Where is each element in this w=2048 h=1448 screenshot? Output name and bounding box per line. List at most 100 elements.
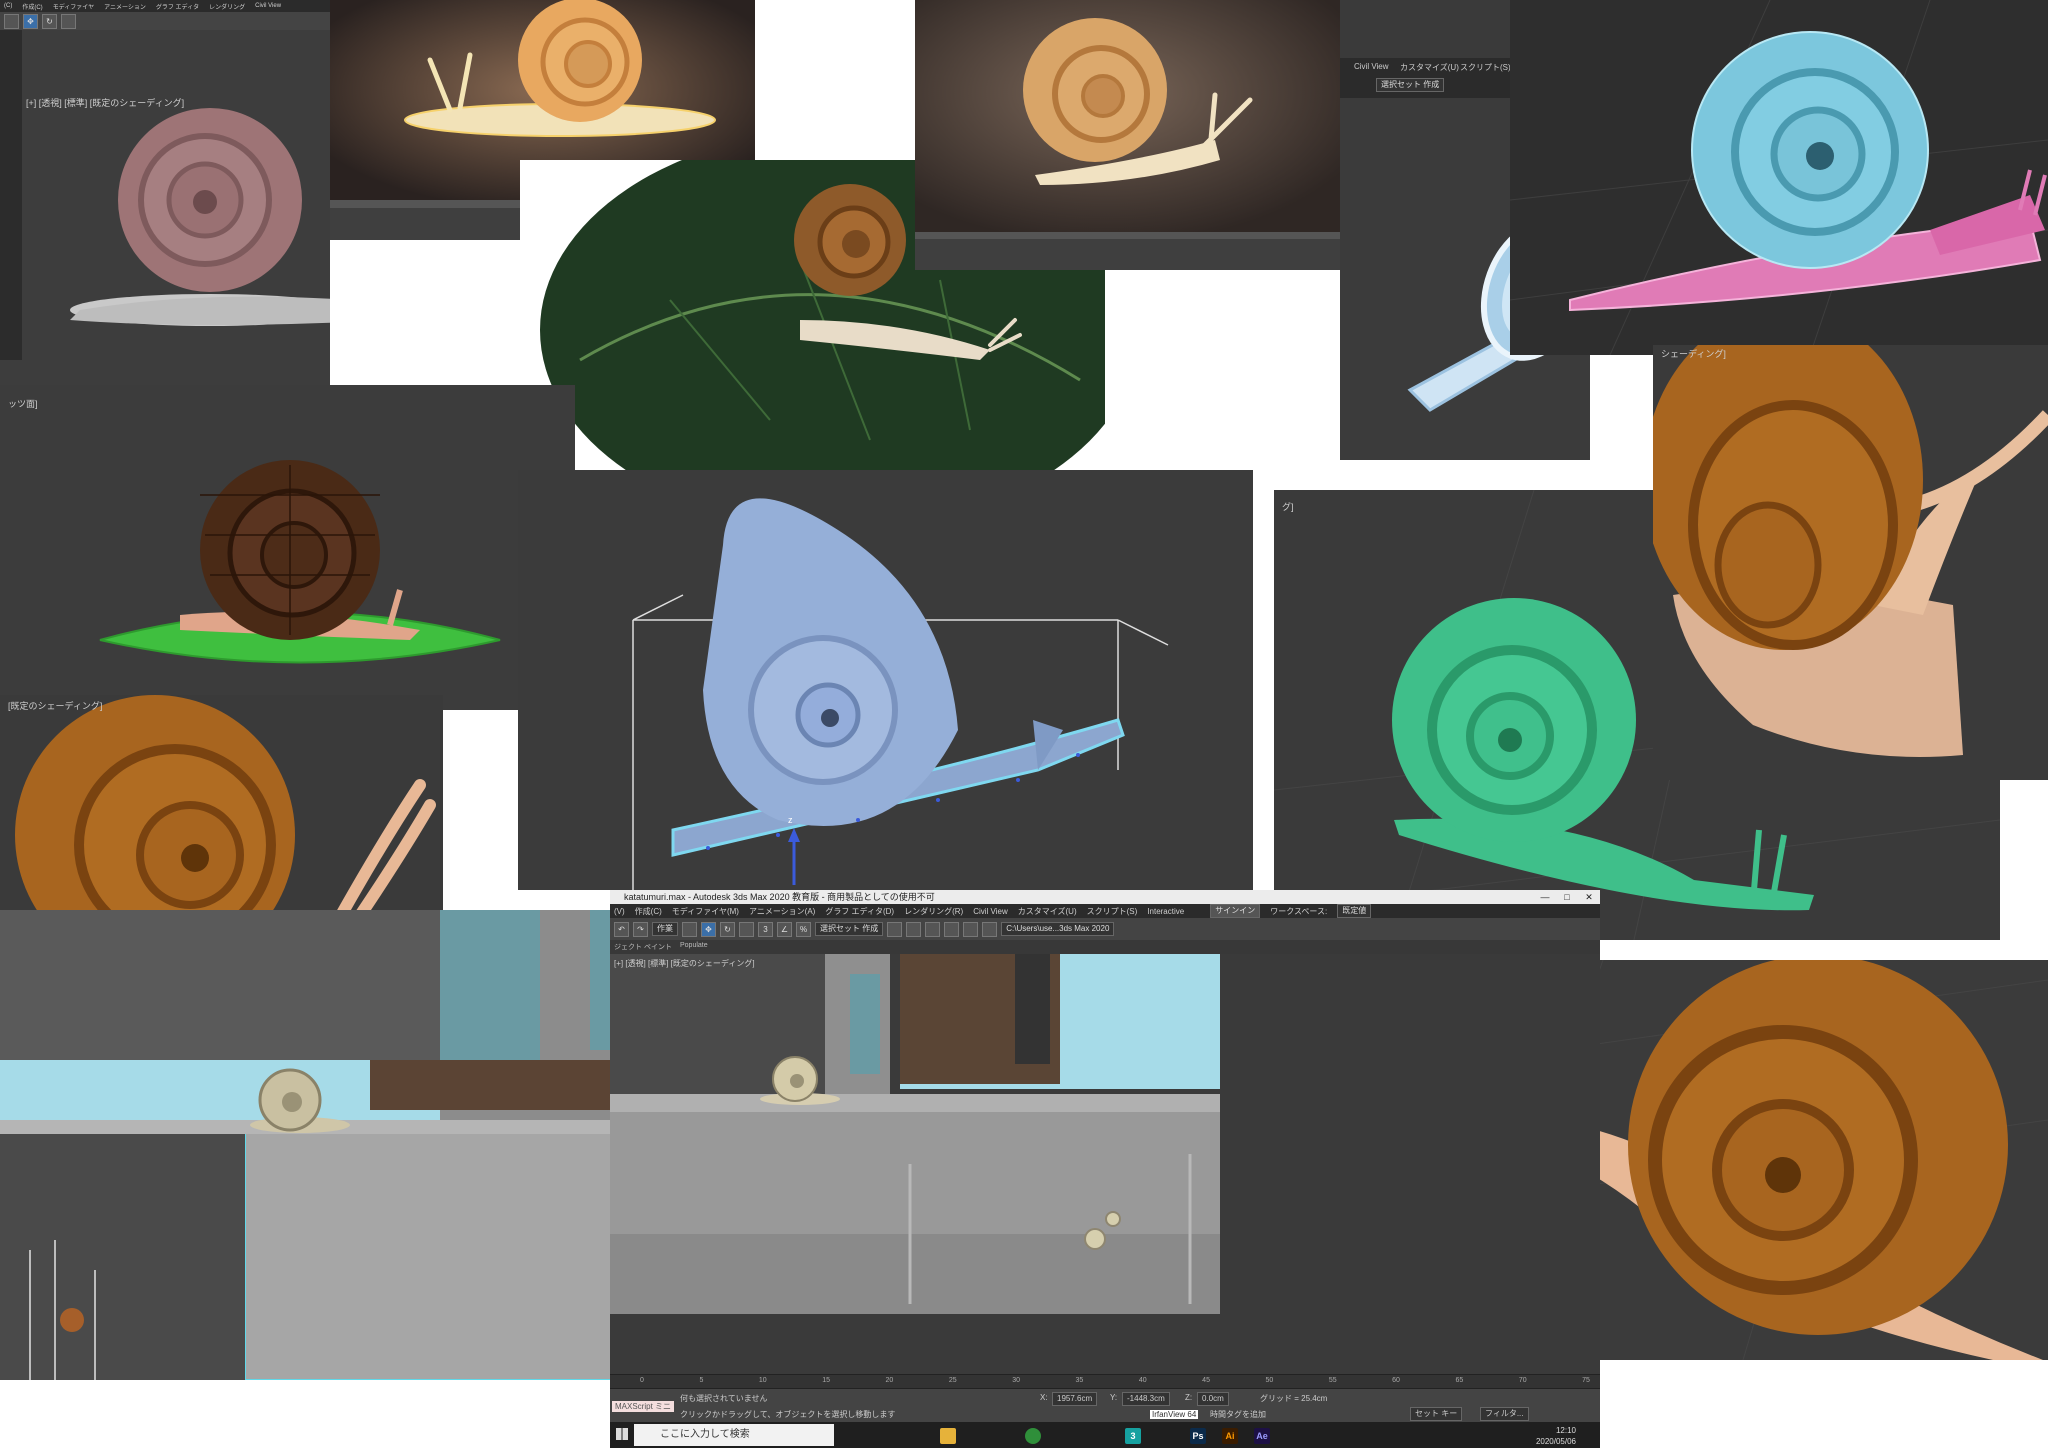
menu-create[interactable]: 作成(C) — [635, 906, 662, 917]
timeline-tick: 25 — [948, 1377, 957, 1384]
signin-button[interactable]: サインイン — [1210, 904, 1261, 918]
timeline-tick: 40 — [1138, 1377, 1147, 1384]
named-selection-dropdown[interactable]: 選択セット 作成 — [815, 922, 884, 936]
clock-time: 12:10 — [1555, 1426, 1576, 1435]
undo-icon[interactable]: ↶ — [614, 921, 629, 937]
set-key-button[interactable]: セット キー — [1410, 1407, 1463, 1421]
main-viewport-scene — [610, 954, 1600, 1374]
render-setup-icon[interactable] — [963, 921, 979, 937]
scale-tool-icon[interactable] — [739, 921, 754, 937]
viewport-label: [既定のシェーディング] — [8, 701, 103, 711]
pink-snail-scene — [0, 30, 330, 390]
coord-y-field[interactable]: -1448.3cm — [1122, 1392, 1170, 1406]
object-paint-tab[interactable]: ジェクト ペイント — [614, 942, 672, 952]
key-filters-button[interactable]: フィルタ... — [1480, 1407, 1529, 1421]
select-object-icon[interactable] — [682, 921, 697, 937]
max-main-window: katatumuri.max - Autodesk 3ds Max 2020 教… — [610, 890, 1600, 1448]
maxscript-listener[interactable]: MAXScript ミニ — [612, 1401, 675, 1412]
redo-icon[interactable]: ↷ — [633, 921, 648, 937]
menu-graph-editors[interactable]: グラフ エディタ(D) — [825, 906, 894, 917]
timeline-tick: 45 — [1202, 1377, 1210, 1384]
illustrator-icon[interactable]: Ai — [1222, 1428, 1238, 1444]
irfanview-label[interactable]: IrfanView 64 — [1150, 1410, 1199, 1419]
coord-z-label: Z: — [1185, 1393, 1193, 1402]
angle-snap-icon[interactable]: ∠ — [777, 921, 792, 937]
ribbon-strip: ジェクト ペイント Populate — [610, 940, 1600, 954]
move-tool-icon[interactable]: ✥ — [701, 921, 716, 937]
viewport-blue-wire-snail: z — [518, 470, 1253, 890]
selection-filter-dropdown[interactable]: 作業 — [652, 922, 678, 936]
chrome-icon[interactable] — [1025, 1428, 1041, 1444]
folder-icon[interactable] — [940, 1428, 956, 1444]
minimize-icon[interactable]: — — [1534, 890, 1556, 904]
workspace-dropdown[interactable]: 既定値 — [1337, 904, 1372, 918]
blue-wire-scene — [632, 498, 1169, 890]
viewport-label: ッツ面] — [8, 399, 38, 409]
photoshop-icon[interactable]: Ps — [1190, 1428, 1206, 1444]
window-titlebar: katatumuri.max - Autodesk 3ds Max 2020 教… — [610, 890, 1600, 904]
brown-closeup-scene — [1653, 345, 2048, 757]
rotate-tool-icon[interactable]: ↻ — [720, 921, 735, 937]
menu-modifiers[interactable]: モディファイヤ(M) — [672, 906, 739, 917]
menu-view[interactable]: (V) — [614, 907, 625, 916]
viewport-label: [+] [透視] [標準] [既定のシェーディング] — [614, 959, 755, 968]
material-editor-icon[interactable] — [944, 921, 960, 937]
mirror-icon[interactable] — [887, 921, 903, 937]
align-icon[interactable] — [906, 921, 922, 937]
cream-snail-render — [915, 0, 1340, 270]
menu-animation[interactable]: アニメーション(A) — [749, 906, 815, 917]
windows-start-icon[interactable] — [616, 1428, 628, 1440]
timeline-tick: 75 — [1582, 1377, 1590, 1384]
render-icon[interactable] — [982, 921, 998, 937]
timeline-tick: 5 — [699, 1377, 704, 1384]
layer-explorer-icon[interactable] — [925, 921, 941, 937]
status-selection: 何も選択されていません — [680, 1394, 768, 1403]
timeline-tick: 55 — [1328, 1377, 1337, 1384]
workspace-label: ワークスペース: — [1270, 906, 1328, 916]
menu-interactive[interactable]: Interactive — [1147, 907, 1184, 916]
grid-size: グリッド = 25.4cm — [1260, 1394, 1328, 1403]
maximize-icon[interactable]: □ — [1556, 890, 1578, 904]
menu-customize[interactable]: カスタマイズ(U) — [1018, 906, 1077, 917]
timeline-tick: 50 — [1265, 1377, 1274, 1384]
timeline-tick: 35 — [1075, 1377, 1084, 1384]
timeline[interactable]: 0 5 10 15 20 25 30 35 40 45 50 55 60 65 70 75 — [610, 1374, 1600, 1389]
status-prompt: クリックかドラッグして、オブジェクトを選択し移動します — [680, 1410, 896, 1419]
axis-z-label: z — [788, 815, 793, 825]
coord-x-field[interactable]: 1957.6cm — [1052, 1392, 1098, 1406]
timeline-tick: 20 — [885, 1377, 894, 1384]
max-main-toolbar: ↶ ↷ 作業 ✥ ↻ 3 ∠ % 選択セット 作成 C:\Users\use..… — [610, 918, 1600, 940]
timeline-tick: 70 — [1518, 1377, 1527, 1384]
cyan-snail-scene — [1510, 0, 2048, 355]
timeline-tick: 0 — [640, 1377, 644, 1384]
coord-z-field[interactable]: 0.0cm — [1197, 1392, 1229, 1406]
after-effects-icon[interactable]: Ae — [1254, 1428, 1270, 1444]
coord-x-label: X: — [1040, 1393, 1048, 1402]
close-icon[interactable]: ✕ — [1578, 890, 1600, 904]
timeline-tick: 15 — [822, 1377, 830, 1384]
clock-date: 2020/05/06 — [1535, 1437, 1576, 1446]
taskbar-search-input[interactable]: ここに入力して検索 — [634, 1424, 834, 1446]
viewport-label: シェーディング] — [1661, 349, 1726, 359]
populate-tab[interactable]: Populate — [680, 942, 708, 949]
viewport-brown-closeup: シェーディング] — [1653, 345, 2048, 780]
system-clock[interactable]: 12:10 2020/05/06 — [1536, 1425, 1576, 1447]
menu-scripting[interactable]: スクリプト(S) — [1087, 906, 1138, 917]
viewport-dark-snail-leaf: ッツ面] — [0, 385, 575, 710]
dark-snail-leaf-scene — [99, 460, 501, 664]
snap-3d-icon[interactable]: 3 — [758, 921, 773, 937]
add-time-tag-button[interactable]: 時間タグを追加 — [1210, 1409, 1266, 1420]
project-path-field[interactable]: C:\Users\use...3ds Max 2020 — [1001, 922, 1115, 936]
menu-civil-view[interactable]: Civil View — [973, 907, 1008, 916]
timeline-tick: 65 — [1455, 1377, 1464, 1384]
viewport-label: グ] — [1282, 502, 1294, 512]
timeline-tick: 30 — [1012, 1377, 1020, 1384]
max-app-icon[interactable]: 3 — [1125, 1428, 1141, 1444]
viewport-cyan-snail — [1510, 0, 2048, 355]
menu-rendering[interactable]: レンダリング(R) — [904, 906, 963, 917]
window-title: katatumuri.max - Autodesk 3ds Max 2020 教… — [624, 892, 935, 902]
timeline-ticks: 0 5 10 15 20 25 30 35 40 45 50 55 60 65 70 75 — [640, 1377, 1590, 1384]
percent-snap-icon[interactable]: % — [796, 921, 811, 937]
status-bar: MAXScript ミニ 何も選択されていません クリックかドラッグして、オブジ… — [610, 1388, 1600, 1423]
viewport-label: [+] [透視] [標準] [既定のシェーディング] — [26, 98, 185, 108]
